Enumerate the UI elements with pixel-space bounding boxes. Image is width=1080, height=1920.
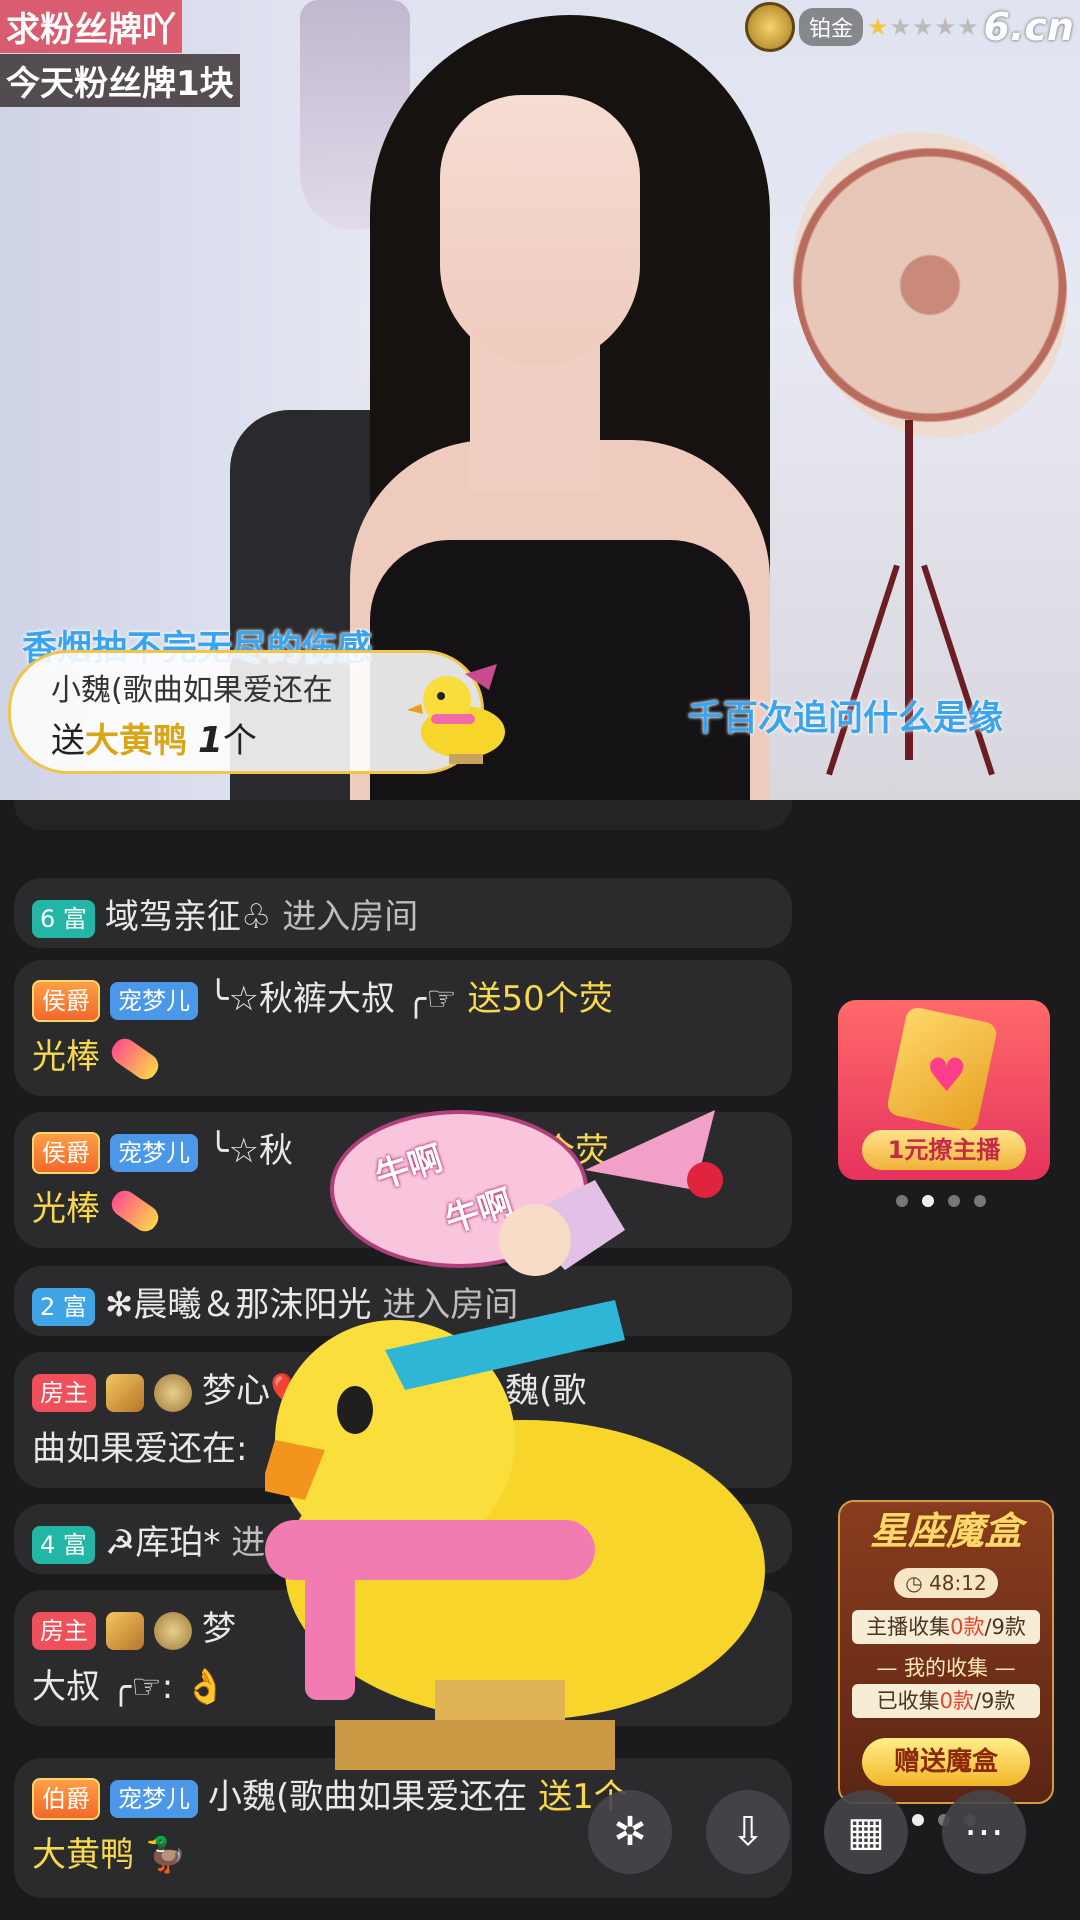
- send-magic-box-button[interactable]: 赠送魔盒: [862, 1738, 1030, 1786]
- chat-row: 侯爵 宠梦儿 ╰☆秋裤大叔 ╭☞ 送50个荧光棒: [14, 960, 792, 1096]
- pager-dot[interactable]: [896, 1195, 908, 1207]
- rank-badge: 伯爵: [32, 1777, 100, 1820]
- chat-gift-text-cont: 光棒: [32, 1189, 100, 1229]
- chat-action: 进入房间: [271, 897, 419, 937]
- chat-message-cont: 大叔 ╭☞:: [32, 1667, 174, 1707]
- host-badge: 房主: [32, 1611, 96, 1650]
- point-icon: ╭☞: [405, 979, 457, 1019]
- my-collect-label: — 我的收集 —: [876, 1656, 1016, 1680]
- site-logo: 6.cn: [983, 5, 1074, 49]
- fan-club-badge: 宠梦儿: [110, 1779, 198, 1818]
- chat-user-name[interactable]: ╰☆秋裤大叔: [208, 979, 395, 1019]
- chat-gift-text: 送50个荧: [456, 979, 613, 1019]
- anchor-collect-total: /9款: [984, 1615, 1026, 1639]
- promo-banner[interactable]: ♥ 1元撩主播: [838, 1000, 1050, 1180]
- fan-leg: [826, 564, 900, 776]
- medal-icon: [744, 2, 795, 52]
- download-icon[interactable]: ⇩: [706, 1790, 790, 1874]
- chat-user-name[interactable]: 梦: [202, 1609, 236, 1649]
- grid-icon[interactable]: ▦: [824, 1790, 908, 1874]
- overlay-tag-fan-badge-price: 今天粉丝牌1块: [0, 54, 240, 107]
- more-icon[interactable]: ⋯: [942, 1790, 1026, 1874]
- magic-box-panel[interactable]: 星座魔盒 ◷ 48:12 主播收集0款/9款 — 我的收集 — 已收集0款/9款…: [838, 1500, 1054, 1804]
- pager-dot[interactable]: [974, 1195, 986, 1207]
- live-video[interactable]: 求粉丝牌吖 今天粉丝牌1块 铂金 ★★★★★ 6.cn 香烟抽不完无尽的伤感 千…: [0, 0, 1080, 800]
- glow-stick-icon: [107, 1185, 163, 1236]
- pager-dot-active[interactable]: [922, 1195, 934, 1207]
- glow-stick-icon: [107, 1033, 163, 1084]
- chat-gift-text-cont: 大黄鸭: [32, 1835, 134, 1875]
- tier-label: 铂金: [798, 8, 863, 46]
- timer-value: 48:12: [929, 1571, 987, 1595]
- duck-icon: [407, 664, 505, 764]
- anchor-collect-label: 主播收集: [866, 1615, 951, 1639]
- fan-decoration: [750, 93, 1080, 477]
- chat-message-cont: 曲如果爱还在:: [32, 1429, 248, 1469]
- gift-popup-detail: 送大黄鸭 1个: [51, 713, 257, 762]
- star-icon: ★★★★★: [866, 13, 980, 41]
- my-collect: 已收集0款/9款: [852, 1684, 1040, 1718]
- gift-unit: 个: [222, 721, 257, 761]
- my-collect-total: /9款: [973, 1689, 1016, 1713]
- fan-leg: [921, 564, 995, 776]
- pager-dot-active[interactable]: [912, 1814, 924, 1826]
- anchor-collect-value: 0款: [950, 1615, 985, 1639]
- gift-name: 大黄鸭: [85, 721, 187, 761]
- promo-pager[interactable]: [896, 1195, 986, 1207]
- magic-box-title: 星座魔盒: [869, 1509, 1022, 1553]
- chat-row: 6 富域驾亲征♧ 进入房间: [14, 878, 792, 948]
- chat-user-name[interactable]: ☭库珀*: [105, 1523, 220, 1563]
- chat-user-name[interactable]: 域驾亲征♧: [105, 897, 271, 937]
- wealth-badge: 6 富: [32, 899, 95, 938]
- medal-icon: [154, 1611, 192, 1650]
- share-icon[interactable]: ✲: [588, 1790, 672, 1874]
- chat-gift-text-cont: 光棒: [32, 1037, 100, 1077]
- host-badge: 房主: [32, 1373, 96, 1412]
- heart-icon: ♥: [926, 1048, 968, 1102]
- gift-popup-sender: 小魏(歌曲如果爱还在: [51, 673, 333, 708]
- my-collect-prefix: 已收集: [876, 1689, 940, 1713]
- duck-icon: 🦆: [144, 1835, 188, 1875]
- streamer-face: [440, 95, 640, 365]
- lyric-line-right: 千百次追问什么是缘: [688, 699, 1004, 739]
- fan-club-badge: 宠梦儿: [110, 1133, 198, 1172]
- pager-dot[interactable]: [948, 1195, 960, 1207]
- promo-button[interactable]: 1元撩主播: [862, 1130, 1026, 1170]
- treasure-box-icon: [106, 1611, 144, 1650]
- ok-hand-icon: 👌: [184, 1667, 227, 1707]
- duck-icon: [265, 1110, 765, 1770]
- rank-badge: 侯爵: [32, 979, 100, 1022]
- medal-icon: [154, 1373, 192, 1412]
- gift-send-prefix: 送: [51, 721, 85, 761]
- anchor-level[interactable]: 铂金 ★★★★★ 6.cn: [744, 2, 1074, 52]
- chat-row-partial: [14, 800, 792, 830]
- wealth-badge: 2 富: [32, 1287, 95, 1326]
- wealth-badge: 4 富: [32, 1525, 95, 1564]
- overlay-tag-fan-badge-request: 求粉丝牌吖: [0, 0, 182, 53]
- my-collect-value: 0款: [939, 1689, 974, 1713]
- magic-box-timer: ◷ 48:12: [894, 1568, 998, 1598]
- fan-club-badge: 宠梦儿: [110, 981, 198, 1020]
- gift-count: 1: [197, 720, 223, 761]
- anchor-collect: 主播收集0款/9款: [852, 1610, 1040, 1644]
- treasure-box-icon: [106, 1373, 144, 1412]
- rank-badge: 侯爵: [32, 1131, 100, 1174]
